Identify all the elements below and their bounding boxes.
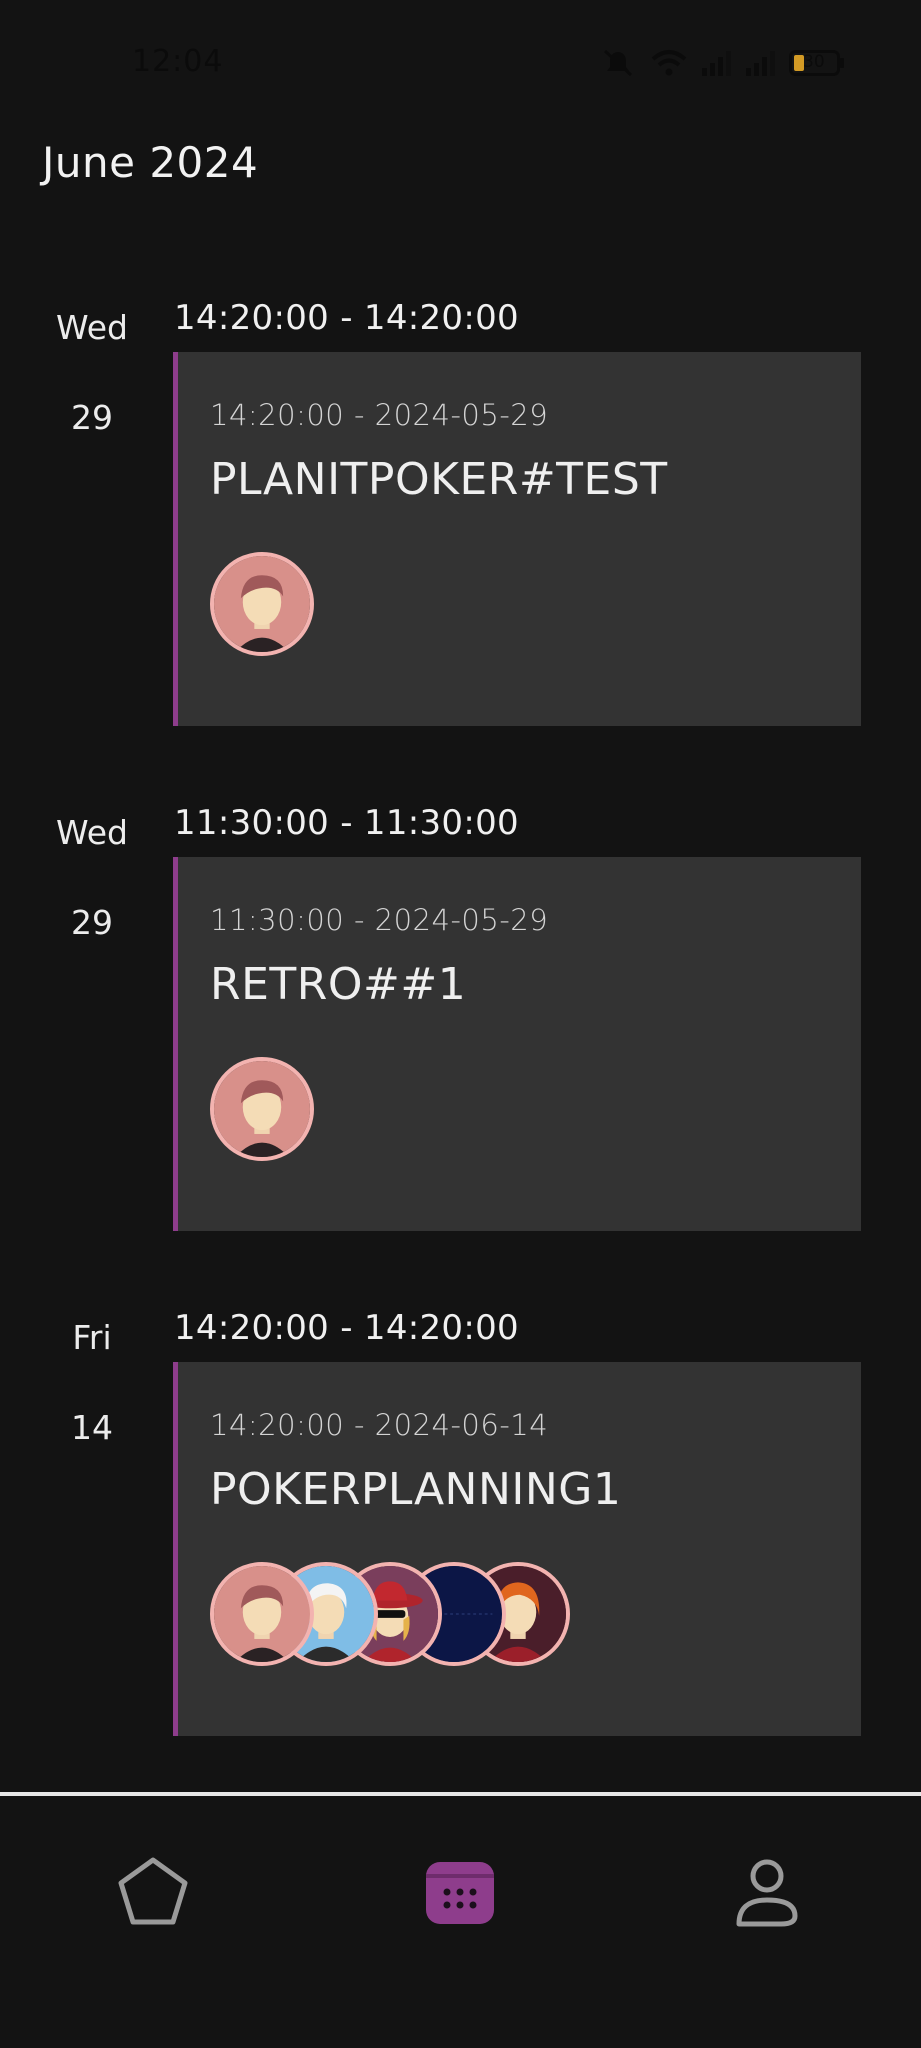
avatar — [210, 552, 314, 656]
event-card[interactable]: 14:20:00 - 2024-06-14 POKERPLANNING1 — [173, 1362, 861, 1736]
event-weekday: Wed — [56, 813, 128, 852]
event-time-range: 11:30:00 - 11:30:00 — [174, 803, 519, 843]
avatar-brown-hair-icon — [214, 556, 310, 652]
event-item: Wed 29 11:30:00 - 11:30:00 11:30:00 - 20… — [0, 755, 921, 1235]
calendar-icon — [426, 1862, 494, 1924]
avatar — [210, 1562, 314, 1666]
event-day: 29 — [71, 903, 113, 942]
status-icons: 30 — [599, 48, 845, 78]
signal-icon — [701, 50, 731, 76]
event-card[interactable]: 11:30:00 - 2024-05-29 RETRO##1 — [173, 857, 861, 1231]
person-icon — [736, 1859, 798, 1927]
status-time: 12:04 — [132, 44, 224, 79]
event-time-range: 14:20:00 - 14:20:00 — [174, 1308, 519, 1348]
battery-icon: 30 — [789, 50, 845, 76]
event-item: Fri 14 14:20:00 - 14:20:00 14:20:00 - 20… — [0, 1260, 921, 1740]
event-title: PLANITPOKER#TEST — [210, 454, 668, 505]
avatar-brown-hair-icon — [214, 1566, 310, 1662]
event-subtitle: 14:20:00 - 2024-05-29 — [210, 398, 549, 432]
nav-home-button[interactable] — [113, 1852, 193, 1932]
event-title: POKERPLANNING1 — [210, 1464, 622, 1515]
month-title: June 2024 — [42, 138, 259, 187]
pentagon-icon — [118, 1857, 188, 1925]
signal-icon — [745, 50, 775, 76]
event-time-range: 14:20:00 - 14:20:00 — [174, 298, 519, 338]
bottom-nav — [0, 1796, 921, 2048]
wifi-icon — [651, 49, 687, 77]
mute-icon — [599, 48, 637, 78]
event-weekday: Wed — [56, 308, 128, 347]
avatar-brown-hair-icon — [214, 1061, 310, 1157]
app-screen: 12:04 30 June 2024 Wed 29 14:20:00 - 14:… — [0, 0, 921, 2048]
event-subtitle: 14:20:00 - 2024-06-14 — [210, 1408, 549, 1442]
avatar — [210, 1057, 314, 1161]
event-weekday: Fri — [72, 1318, 112, 1357]
event-day: 29 — [71, 398, 113, 437]
nav-calendar-button[interactable] — [420, 1852, 500, 1932]
event-title: RETRO##1 — [210, 959, 467, 1010]
battery-level: 30 — [803, 52, 825, 72]
event-item: Wed 29 14:20:00 - 14:20:00 14:20:00 - 20… — [0, 250, 921, 730]
nav-profile-button[interactable] — [727, 1852, 807, 1932]
event-card[interactable]: 14:20:00 - 2024-05-29 PLANITPOKER#TEST — [173, 352, 861, 726]
event-subtitle: 11:30:00 - 2024-05-29 — [210, 903, 549, 937]
status-bar: 12:04 30 — [0, 0, 921, 120]
event-day: 14 — [71, 1408, 113, 1447]
